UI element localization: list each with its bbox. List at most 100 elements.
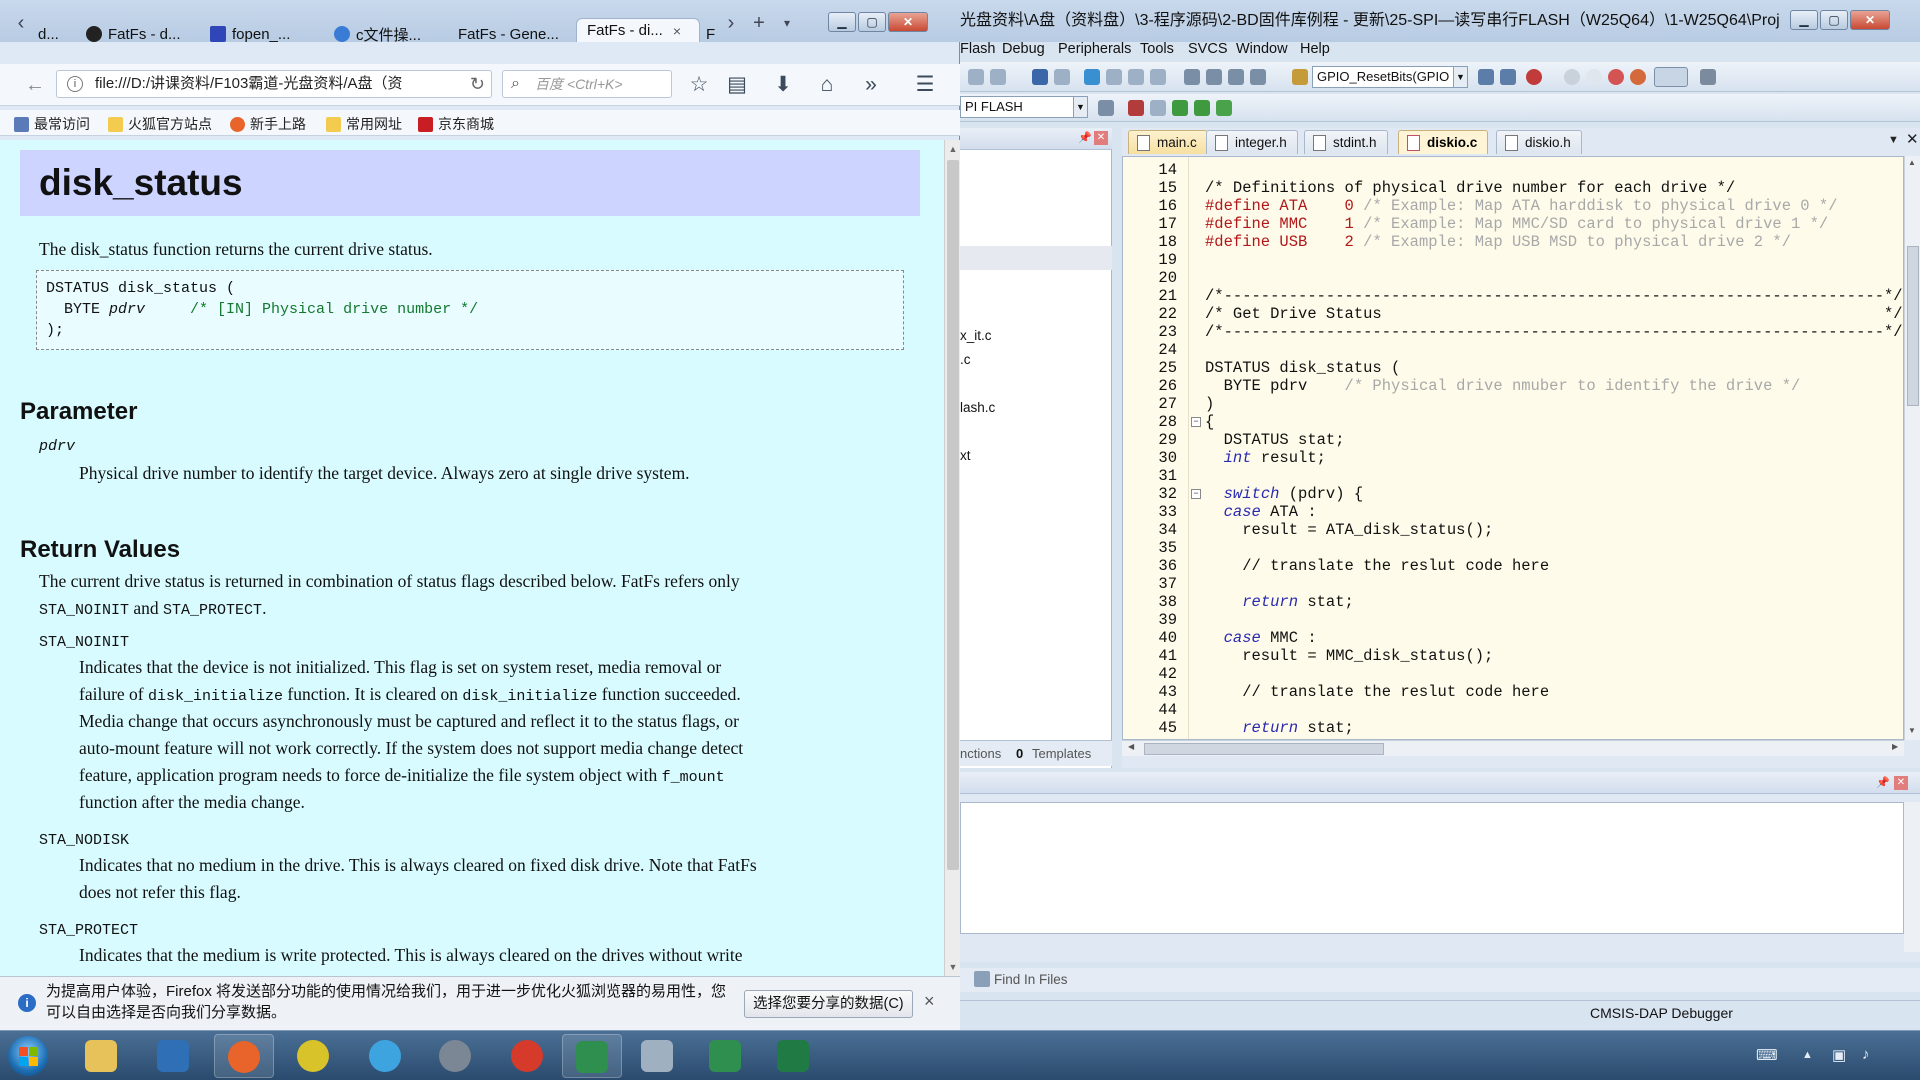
taskbar-app-app-gray[interactable] [628,1034,688,1078]
new-tab-button[interactable]: + [748,12,770,34]
bookmark-icon[interactable] [1084,69,1100,85]
volume-icon[interactable]: ♪ [1862,1046,1870,1063]
taskbar-app-app-red[interactable] [498,1034,558,1078]
taskbar-app-app-blue[interactable] [356,1034,416,1078]
undo-icon[interactable] [968,69,984,85]
project-file-item[interactable]: .c [960,352,971,367]
select-pack-icon[interactable] [1194,100,1210,116]
download-icon[interactable]: ⬇ [770,72,796,98]
network-icon[interactable]: ▣ [1832,1046,1846,1064]
browser-tab[interactable]: FatFs - Gene... [448,20,572,48]
prev-bookmark-icon[interactable] [1106,69,1122,85]
scrollbar-thumb[interactable] [947,160,959,870]
fold-toggle-icon[interactable]: − [1191,489,1201,499]
minimize-icon[interactable]: ▁ [828,12,856,32]
tab-stdint-h[interactable]: stdint.h [1304,130,1388,154]
back-arrow-icon[interactable]: ← [22,72,48,98]
target-options-icon[interactable] [1098,100,1114,116]
bookmark-item[interactable]: 京东商城 [418,114,494,134]
disable-breakpoint-icon[interactable] [1586,69,1602,85]
navigate-forward-icon[interactable] [1054,69,1070,85]
tab-main-c[interactable]: main.c [1128,130,1208,154]
pin-icon[interactable]: 📌 [1078,131,1092,144]
indent-icon[interactable] [1184,69,1200,85]
taskbar-app-firefox[interactable] [214,1034,274,1078]
input-method-icon[interactable]: ⌨ [1756,1046,1778,1064]
taskbar-app-powershell[interactable] [144,1034,204,1078]
maximize-icon[interactable]: ▢ [1820,10,1848,30]
window-layout-icon[interactable] [1654,67,1688,87]
bookmark-item[interactable]: 常用网址 [326,114,402,134]
browser-tab[interactable]: d... [28,20,72,48]
show-hidden-icons-icon[interactable]: ▲ [1802,1049,1813,1061]
debug-session-icon[interactable] [1526,69,1542,85]
info-icon[interactable]: i [67,76,83,92]
taskbar-app-app-c[interactable] [696,1034,756,1078]
incremental-find-icon[interactable] [1500,69,1516,85]
hamburger-menu-icon[interactable]: ☰ [912,72,938,98]
minimize-icon[interactable]: ▁ [1790,10,1818,30]
project-file-item[interactable]: xt [960,448,971,463]
menu-item-window[interactable]: Window [1236,41,1288,57]
find-in-files-icon[interactable] [1292,69,1308,85]
close-notification-icon[interactable]: × [924,991,935,1012]
taskbar-app-file-explorer[interactable] [72,1034,132,1078]
close-panel-icon[interactable]: ✕ [1894,776,1908,790]
kill-breakpoints-icon[interactable] [1608,69,1624,85]
close-icon[interactable]: ✕ [888,12,928,32]
bookmark-item[interactable]: 火狐官方站点 [108,114,212,134]
browser-tab-active[interactable]: FatFs - di... × [576,18,700,42]
editor-vertical-scrollbar[interactable]: ▲ ▼ [1904,156,1920,740]
scroll-left-icon[interactable]: ◀ [1128,742,1134,751]
manage-components-icon[interactable] [1128,100,1144,116]
navigate-back-icon[interactable] [1032,69,1048,85]
clear-bookmarks-icon[interactable] [1150,69,1166,85]
find-combo[interactable]: GPIO_ResetBits(GPIO ▼ [1312,66,1468,88]
tab-scroll-right-icon[interactable]: › [720,12,742,34]
start-button[interactable] [8,1036,48,1076]
scrollbar-thumb[interactable] [1144,743,1384,755]
bookmark-star-icon[interactable]: ☆ [686,72,712,98]
browser-tab[interactable]: fopen_... [200,20,320,48]
find-icon[interactable] [1478,69,1494,85]
tab-templates[interactable]: Templates [1032,746,1091,761]
menu-item-tools[interactable]: Tools [1140,41,1174,57]
close-editor-icon[interactable]: ✕ [1906,130,1919,148]
breakpoint-icon[interactable] [1564,69,1580,85]
reading-list-icon[interactable]: ▤ [724,72,750,98]
scroll-right-icon[interactable]: ▶ [1892,742,1898,751]
tab-diskio-h[interactable]: diskio.h [1496,130,1582,154]
menu-item-svcs[interactable]: SVCS [1188,41,1228,57]
redo-icon[interactable] [990,69,1006,85]
menu-item-flash[interactable]: Flash [960,41,995,57]
configure-icon[interactable] [1700,69,1716,85]
scroll-up-icon[interactable]: ▲ [1908,158,1916,167]
pack-installer-icon[interactable] [1172,100,1188,116]
target-combo[interactable]: PI FLASH ▼ [960,96,1088,118]
output-scrollbar[interactable] [1904,802,1920,952]
maximize-icon[interactable]: ▢ [858,12,886,32]
project-file-item[interactable]: x_it.c [960,328,992,343]
uncomment-icon[interactable] [1250,69,1266,85]
file-extensions-icon[interactable] [1150,100,1166,116]
scroll-down-icon[interactable]: ▼ [1908,726,1916,735]
tab-integer-h[interactable]: integer.h [1206,130,1298,154]
share-data-button[interactable]: 选择您要分享的数据(C) [744,990,913,1018]
close-icon[interactable]: ✕ [1850,10,1890,30]
build-output-text[interactable] [960,802,1904,934]
browser-tab[interactable]: F [702,20,722,48]
home-icon[interactable]: ⌂ [814,72,840,98]
url-bar[interactable]: i file:///D:/讲课资料/F103霸道-光盘资料/A盘（资 ↻ [56,70,492,98]
next-bookmark-icon[interactable] [1128,69,1144,85]
menu-item-help[interactable]: Help [1300,41,1330,57]
tab-list-icon[interactable]: ▾ [776,12,798,34]
tab-diskio-c[interactable]: diskio.c [1398,130,1489,154]
chevron-down-icon[interactable]: ▼ [1073,97,1087,117]
taskbar-app-app-yellow[interactable] [284,1034,344,1078]
scrollbar-thumb[interactable] [1907,246,1919,406]
taskbar-app-excel[interactable] [764,1034,824,1078]
code-area[interactable]: 14 15 /* Definitions of physical drive num… [1122,156,1904,740]
menu-item-peripherals[interactable]: Peripherals [1058,41,1131,57]
close-panel-icon[interactable]: ✕ [1094,131,1108,145]
kill-all-breakpoints-icon[interactable] [1630,69,1646,85]
